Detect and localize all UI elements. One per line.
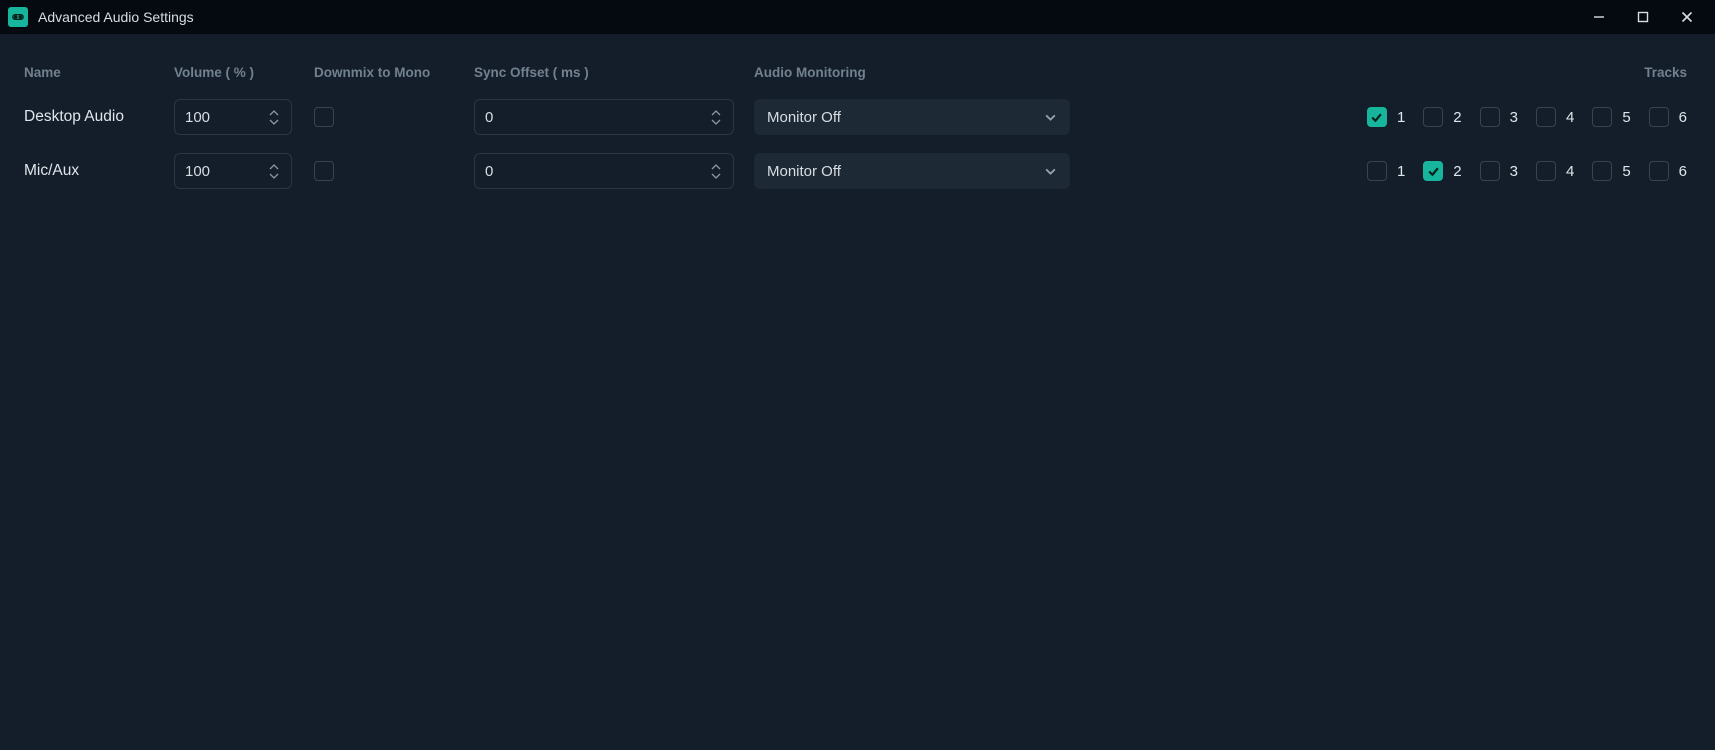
chevron-down-icon <box>1044 154 1057 188</box>
track-checkbox-5[interactable] <box>1592 107 1612 127</box>
column-header-tracks: Tracks <box>1174 54 1691 90</box>
sync-offset-input[interactable]: 0 <box>474 99 734 135</box>
source-name-label: Desktop Audio <box>24 108 124 126</box>
volume-input[interactable]: 100 <box>174 99 292 135</box>
track-label: 4 <box>1566 163 1574 180</box>
title-bar: Advanced Audio Settings <box>0 0 1715 34</box>
sync-offset-value: 0 <box>485 163 493 180</box>
column-header-name: Name <box>24 54 174 90</box>
column-header-volume: Volume ( % ) <box>174 54 314 90</box>
chevron-down-icon <box>1044 100 1057 134</box>
track-checkbox-6[interactable] <box>1649 161 1669 181</box>
column-header-downmix: Downmix to Mono <box>314 54 474 90</box>
sync-offset-value: 0 <box>485 109 493 126</box>
track-checkbox-2[interactable] <box>1423 161 1443 181</box>
tracks-group: 1 2 3 4 5 <box>1174 107 1691 127</box>
track-label: 4 <box>1566 109 1574 126</box>
track-label: 2 <box>1453 163 1461 180</box>
tracks-group: 1 2 3 4 5 <box>1174 161 1691 181</box>
maximize-button[interactable] <box>1621 0 1665 34</box>
audio-monitoring-select[interactable]: Monitor Off <box>754 99 1070 135</box>
track-label: 6 <box>1679 109 1687 126</box>
volume-value: 100 <box>185 163 210 180</box>
minimize-button[interactable] <box>1577 0 1621 34</box>
close-button[interactable] <box>1665 0 1709 34</box>
audio-monitoring-value: Monitor Off <box>767 163 841 180</box>
column-header-sync-offset: Sync Offset ( ms ) <box>474 54 754 90</box>
track-checkbox-3[interactable] <box>1480 161 1500 181</box>
track-checkbox-3[interactable] <box>1480 107 1500 127</box>
audio-monitoring-value: Monitor Off <box>767 109 841 126</box>
track-checkbox-6[interactable] <box>1649 107 1669 127</box>
downmix-checkbox[interactable] <box>314 107 334 127</box>
track-checkbox-2[interactable] <box>1423 107 1443 127</box>
track-label: 1 <box>1397 163 1405 180</box>
track-label: 5 <box>1622 109 1630 126</box>
track-checkbox-5[interactable] <box>1592 161 1612 181</box>
track-label: 2 <box>1453 109 1461 126</box>
audio-monitoring-select[interactable]: Monitor Off <box>754 153 1070 189</box>
track-checkbox-4[interactable] <box>1536 107 1556 127</box>
spinner-arrows-icon[interactable] <box>269 154 285 188</box>
spinner-arrows-icon[interactable] <box>269 100 285 134</box>
track-label: 6 <box>1679 163 1687 180</box>
app-icon <box>8 7 28 27</box>
content-area: Name Volume ( % ) Downmix to Mono Sync O… <box>0 34 1715 750</box>
track-label: 3 <box>1510 163 1518 180</box>
downmix-checkbox[interactable] <box>314 161 334 181</box>
spinner-arrows-icon[interactable] <box>711 100 727 134</box>
track-checkbox-4[interactable] <box>1536 161 1556 181</box>
volume-input[interactable]: 100 <box>174 153 292 189</box>
track-checkbox-1[interactable] <box>1367 107 1387 127</box>
track-label: 1 <box>1397 109 1405 126</box>
window-title: Advanced Audio Settings <box>38 9 194 25</box>
track-checkbox-1[interactable] <box>1367 161 1387 181</box>
volume-value: 100 <box>185 109 210 126</box>
source-name-label: Mic/Aux <box>24 162 79 180</box>
track-label: 3 <box>1510 109 1518 126</box>
spinner-arrows-icon[interactable] <box>711 154 727 188</box>
sync-offset-input[interactable]: 0 <box>474 153 734 189</box>
column-header-audio-monitoring: Audio Monitoring <box>754 54 1174 90</box>
track-label: 5 <box>1622 163 1630 180</box>
